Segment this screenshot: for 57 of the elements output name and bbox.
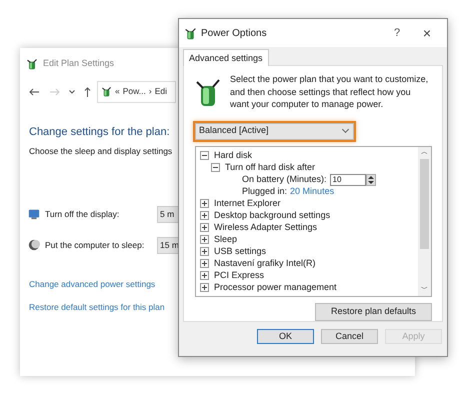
breadcrumb-item[interactable]: › [148, 85, 152, 98]
setting-label: On battery (Minutes): [242, 172, 327, 186]
tree-item[interactable]: Sleep [214, 232, 238, 246]
back-arrow-icon[interactable] [29, 88, 40, 96]
dialog-button: Apply [385, 329, 442, 344]
expand-icon[interactable] [200, 271, 209, 280]
tree-item[interactable]: Hard disk [214, 148, 252, 162]
expand-icon[interactable] [200, 283, 209, 292]
minutes-link[interactable]: 20 Minutes [290, 184, 334, 198]
setting-label: Put the computer to sleep: [45, 238, 146, 252]
breadcrumb-item[interactable]: « [115, 85, 120, 98]
tree-item[interactable]: Wireless Adapter Settings [214, 220, 318, 234]
plan-dropdown[interactable]: Balanced [Active] [195, 122, 354, 140]
setting-label: Turn off the display: [45, 208, 120, 221]
tab[interactable]: Advanced settings [183, 49, 269, 66]
dialog-button[interactable]: OK [257, 329, 314, 344]
expand-icon[interactable] [200, 223, 209, 232]
breadcrumb-item[interactable]: Pow... [122, 85, 146, 98]
time-dropdown[interactable]: 5 m [157, 206, 180, 223]
power-plan-icon [26, 58, 38, 70]
moon-icon [28, 239, 40, 252]
dialog-button[interactable]: Cancel [321, 329, 378, 344]
address-bar[interactable]: « Pow... › Edi [97, 80, 176, 102]
tree-item[interactable]: Internet Explorer [214, 196, 281, 210]
expand-icon[interactable] [200, 247, 209, 256]
help-button[interactable]: ? [382, 24, 412, 42]
chevron-down-icon[interactable] [69, 90, 75, 94]
close-button[interactable]: × [412, 22, 442, 44]
tree-item[interactable]: Processor power management [214, 280, 337, 294]
breadcrumb-item[interactable]: Edi [154, 85, 168, 98]
expand-icon[interactable] [200, 211, 209, 220]
up-arrow-icon[interactable] [84, 86, 91, 96]
power-plan-icon [184, 26, 197, 40]
expand-icon[interactable] [200, 199, 209, 208]
setting-label: Plugged in: [242, 184, 288, 198]
minutes-field[interactable]: 10 [330, 174, 366, 186]
settings-link[interactable]: Restore default settings for this plan [29, 300, 165, 314]
expand-icon[interactable] [200, 259, 209, 268]
page-heading: Change settings for the plan: [28, 124, 170, 140]
dialog-title: Power Options [201, 26, 267, 40]
tree-item[interactable]: Nastavení grafiky Intel(R) [214, 256, 316, 270]
monitor-icon [28, 208, 40, 220]
window-title: Edit Plan Settings [43, 57, 114, 70]
restore-defaults-button[interactable]: Restore plan defaults [315, 302, 432, 320]
collapse-icon[interactable] [200, 151, 209, 160]
spin-arrows-icon[interactable] [366, 174, 376, 186]
tree-item[interactable]: Turn off hard disk after [225, 160, 316, 174]
page-subtitle: Choose the sleep and display settings [28, 145, 172, 158]
settings-link[interactable]: Change advanced power settings [29, 278, 156, 290]
tree-item[interactable]: USB settings [214, 244, 266, 258]
tree-item[interactable]: Desktop background settings [214, 208, 330, 222]
description-text: Select the power plan that you want to customize, and then choose settings that reflect how you want your computer to manage power. [230, 73, 430, 110]
collapse-icon[interactable] [211, 163, 220, 172]
tree-item[interactable]: PCI Express [214, 268, 264, 282]
battery-plug-icon [195, 78, 221, 108]
power-plan-icon [101, 86, 112, 97]
expand-icon[interactable] [200, 235, 209, 244]
